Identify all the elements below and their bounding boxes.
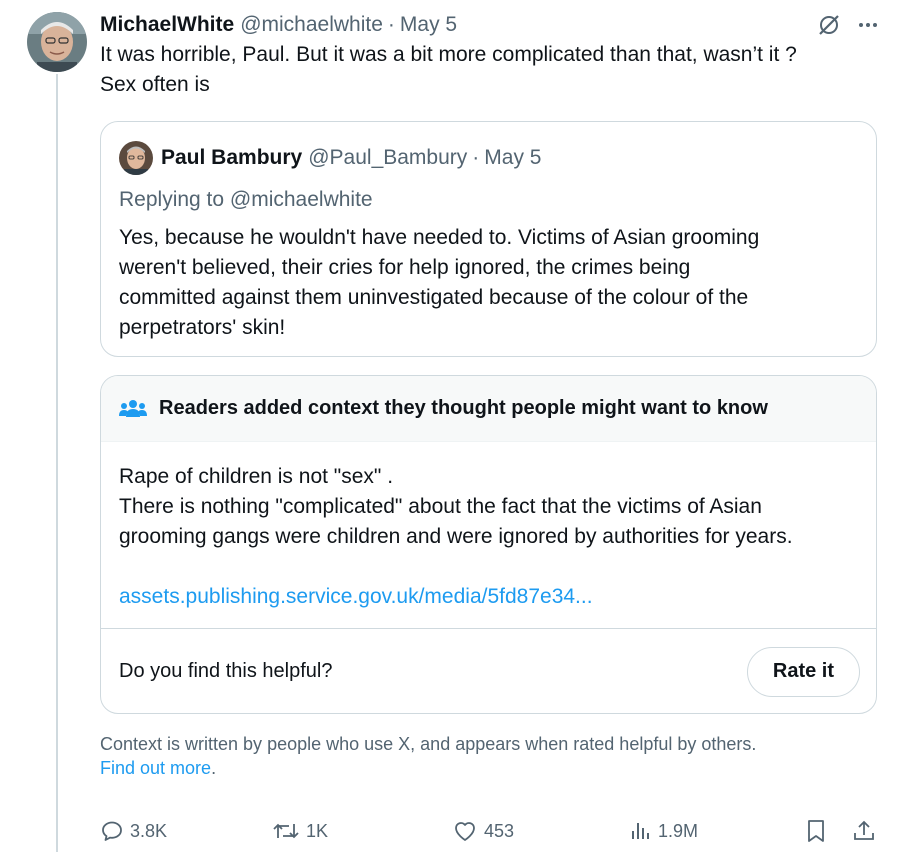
share-icon	[854, 820, 874, 840]
like-count: 453	[484, 820, 515, 841]
quote-text: Yes, because he wouldn't have needed to.…	[119, 223, 858, 343]
note-source-link[interactable]: assets.publishing.service.gov.uk/media/5…	[119, 582, 858, 612]
bookmark-icon	[808, 820, 824, 842]
people-icon	[119, 398, 147, 420]
community-note-footer: Do you find this helpful? Rate it	[101, 628, 876, 713]
community-note-header[interactable]: Readers added context they thought peopl…	[101, 376, 876, 442]
header-actions	[816, 12, 880, 38]
quote-text-line: weren't believed, their cries for help i…	[119, 256, 691, 279]
rate-it-button[interactable]: Rate it	[746, 646, 860, 697]
header-separator: ·	[387, 13, 395, 36]
heart-icon	[455, 822, 475, 841]
bookmark-button[interactable]	[804, 816, 834, 846]
context-info: Context is written by people who use X, …	[100, 732, 880, 780]
share-button[interactable]	[852, 816, 882, 846]
context-info-trailing: .	[211, 758, 217, 778]
thread-line	[56, 74, 58, 852]
note-text-line: grooming gangs were children and were ig…	[119, 525, 793, 548]
tweet-actions: 3.8K 1K 453 1.9M	[100, 816, 880, 846]
replying-to-prefix: Replying to	[119, 188, 225, 211]
helpful-question: Do you find this helpful?	[119, 660, 333, 682]
reply-icon	[102, 821, 122, 841]
tweet: MichaelWhite @michaelwhite · May 5 It wa…	[100, 10, 880, 842]
grok-icon[interactable]	[816, 12, 842, 38]
replying-to: Replying to @michaelwhite	[119, 185, 858, 215]
views-button[interactable]: 1.9M	[630, 816, 698, 846]
views-icon	[632, 823, 649, 839]
quote-date: May 5	[484, 146, 542, 169]
quote-text-line: perpetrators' skin!	[119, 316, 286, 339]
author-name[interactable]: MichaelWhite	[100, 13, 234, 37]
quoted-tweet[interactable]: Paul Bambury @Paul_Bambury · May 5 Reply…	[100, 121, 877, 357]
community-note-title: Readers added context they thought peopl…	[159, 397, 768, 419]
tweet-text: It was horrible, Paul. But it was a bit …	[100, 40, 880, 100]
context-info-text: Context is written by people who use X, …	[100, 734, 757, 754]
community-note-body: Rape of children is not "sex" . There is…	[101, 442, 876, 612]
replying-to-mention: @michaelwhite	[229, 188, 373, 211]
tweet-text-line: Sex often is	[100, 73, 210, 96]
quote-author-handle: @Paul_Bambury	[308, 146, 468, 169]
author-handle[interactable]: @michaelwhite	[240, 13, 383, 37]
find-out-more-link[interactable]: Find out more	[100, 758, 211, 778]
reply-count: 3.8K	[130, 820, 168, 841]
note-text-line: There is nothing "complicated" about the…	[119, 495, 762, 518]
repost-count: 1K	[306, 820, 329, 841]
tweet-header: MichaelWhite @michaelwhite · May 5	[100, 10, 880, 40]
tweet-text-line: It was horrible, Paul. But it was a bit …	[100, 43, 797, 66]
quote-separator: ·	[472, 146, 480, 169]
quote-author-name: Paul Bambury	[161, 146, 303, 169]
quote-header: Paul Bambury @Paul_Bambury · May 5	[119, 141, 858, 175]
note-text-line: Rape of children is not "sex" .	[119, 465, 394, 488]
author-avatar[interactable]	[27, 12, 87, 72]
more-horizontal-icon[interactable]	[856, 13, 880, 37]
repost-icon	[273, 823, 299, 839]
views-count: 1.9M	[658, 820, 699, 841]
quote-text-line: Yes, because he wouldn't have needed to.…	[119, 226, 760, 249]
like-button[interactable]: 453	[452, 816, 514, 846]
quote-text-line: committed against them uninvestigated be…	[119, 286, 749, 309]
quote-author-avatar	[119, 141, 153, 175]
repost-button[interactable]: 1K	[272, 816, 328, 846]
tweet-date[interactable]: May 5	[400, 13, 457, 37]
reply-button[interactable]: 3.8K	[100, 816, 167, 846]
community-note: Readers added context they thought peopl…	[100, 375, 877, 714]
